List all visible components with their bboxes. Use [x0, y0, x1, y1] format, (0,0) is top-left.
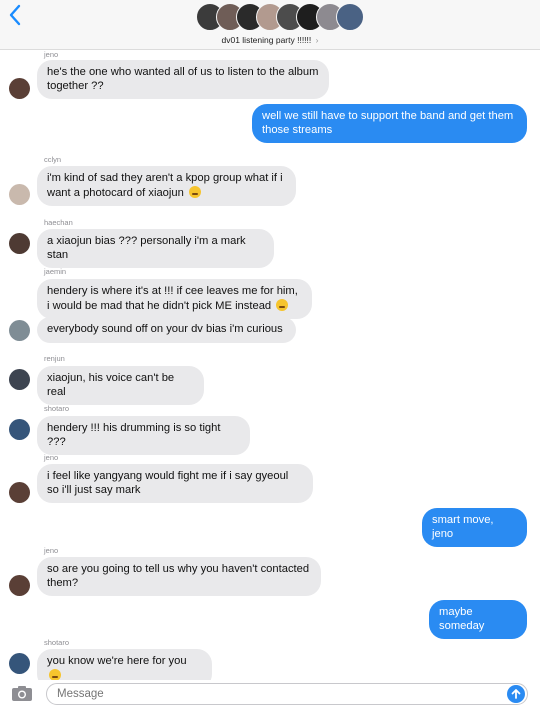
message-bubble[interactable]: maybe someday [429, 600, 527, 639]
message-bubble[interactable]: i feel like yangyang would fight me if i… [37, 464, 313, 503]
camera-icon[interactable] [11, 685, 33, 702]
weary-face-emoji [188, 185, 201, 198]
avatar[interactable] [9, 419, 30, 440]
avatar [336, 3, 364, 31]
avatar[interactable] [9, 575, 30, 596]
message-text: you know we're here for you [47, 655, 187, 667]
arrow-up-icon [511, 689, 521, 699]
message-bubble[interactable]: he's the one who wanted all of us to lis… [37, 60, 329, 99]
message-input[interactable] [46, 683, 528, 705]
avatar[interactable] [9, 184, 30, 205]
message-bubble[interactable]: hendery is where it's at !!! if cee leav… [37, 279, 312, 319]
message-bubble[interactable]: well we still have to support the band a… [252, 104, 527, 143]
message-bubble[interactable]: hendery !!! his drumming is so tight ??? [37, 416, 250, 455]
sender-name: jaemin [44, 267, 67, 276]
group-avatars[interactable] [196, 3, 364, 33]
message-bubble[interactable]: smart move, jeno [422, 508, 527, 547]
pleading-face-emoji [49, 668, 61, 681]
message-text: i'm kind of sad they aren't a kpop group… [47, 172, 283, 199]
message-bubble[interactable]: so are you going to tell us why you have… [37, 557, 321, 596]
avatar[interactable] [9, 78, 30, 99]
avatar[interactable] [9, 369, 30, 390]
sender-name: jeno [44, 453, 59, 462]
group-name[interactable]: dv01 listening party !!!!!! › [0, 35, 540, 45]
avatar[interactable] [9, 653, 30, 674]
group-name-label: dv01 listening party !!!!!! [221, 35, 312, 45]
avatar[interactable] [9, 482, 30, 503]
message-bubble[interactable]: a xiaojun bias ??? personally i'm a mark… [37, 229, 274, 268]
message-bubble[interactable]: everybody sound off on your dv bias i'm … [37, 317, 296, 343]
chevron-right-icon: › [315, 35, 319, 45]
sender-name: haechan [44, 218, 73, 227]
composer-bar [0, 680, 540, 709]
sender-name: renjun [44, 354, 65, 363]
sender-name: shotaro [44, 638, 70, 647]
sender-name: jeno [44, 546, 59, 555]
back-button[interactable] [8, 4, 28, 28]
avatar[interactable] [9, 320, 30, 341]
sender-name: cclyn [44, 155, 62, 164]
send-button[interactable] [507, 685, 525, 703]
conversation-header: dv01 listening party !!!!!! › [0, 0, 540, 50]
message-text: hendery is where it's at !!! if cee leav… [47, 285, 298, 312]
message-bubble[interactable]: xiaojun, his voice can't be real [37, 366, 204, 405]
avatar[interactable] [9, 233, 30, 254]
chevron-left-icon [9, 4, 21, 26]
sender-name: jeno [44, 50, 59, 59]
sender-name: shotaro [44, 404, 70, 413]
message-bubble[interactable]: i'm kind of sad they aren't a kpop group… [37, 166, 296, 206]
message-thread[interactable]: jeno he's the one who wanted all of us t… [0, 50, 540, 689]
sad-face-emoji [276, 298, 289, 311]
